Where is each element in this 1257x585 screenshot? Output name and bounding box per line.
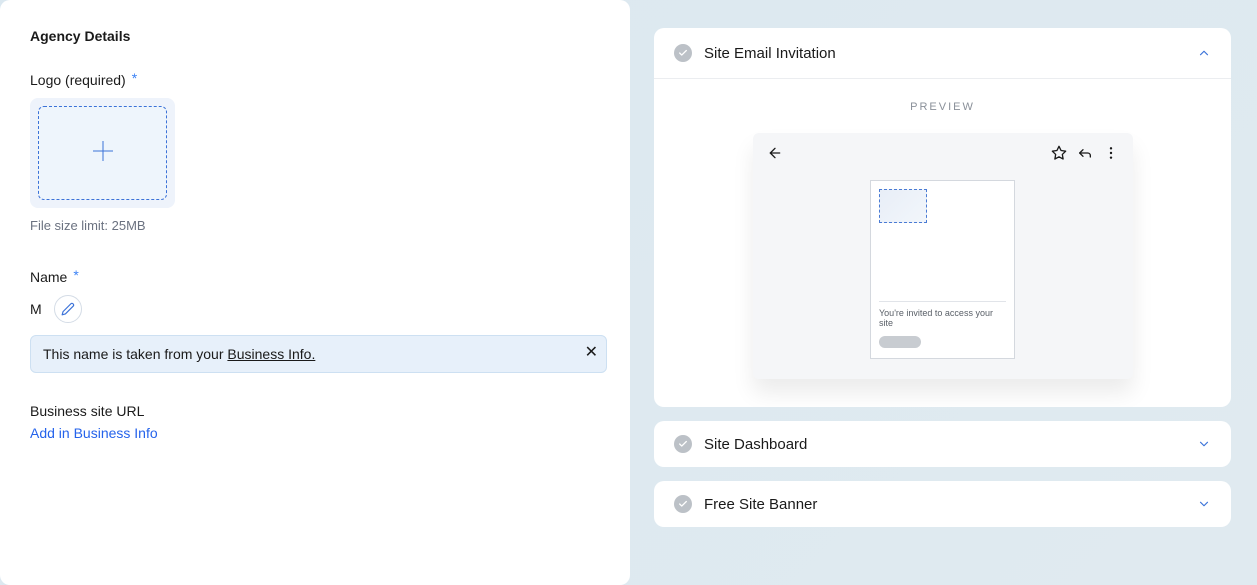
required-star-icon: * — [132, 70, 137, 86]
preview-label: PREVIEW — [674, 101, 1211, 113]
more-vertical-icon — [1103, 145, 1119, 166]
email-preview: You're invited to access your site — [753, 133, 1133, 379]
card-header-email[interactable]: Site Email Invitation — [654, 28, 1231, 78]
add-business-info-link[interactable]: Add in Business Info — [30, 425, 158, 441]
close-info-button[interactable]: ✕ — [585, 342, 598, 362]
check-badge-icon — [674, 495, 692, 513]
card-header-banner[interactable]: Free Site Banner — [654, 481, 1231, 527]
check-badge-icon — [674, 435, 692, 453]
card-body: PREVIEW — [654, 78, 1231, 407]
preview-divider — [879, 301, 1006, 302]
back-arrow-icon — [767, 145, 783, 166]
reply-icon — [1077, 145, 1093, 166]
logo-upload-button[interactable] — [38, 106, 167, 200]
preview-invite-text: You're invited to access your site — [879, 308, 1006, 328]
name-value: M — [30, 301, 42, 317]
preview-email-body: You're invited to access your site — [870, 180, 1015, 359]
star-icon — [1051, 145, 1067, 166]
logo-upload-container — [30, 98, 175, 208]
name-info-bar: This name is taken from your Business In… — [30, 335, 607, 373]
site-dashboard-card: Site Dashboard — [654, 421, 1231, 467]
plus-icon — [89, 137, 117, 170]
name-label: Name * — [30, 269, 600, 285]
required-star-icon: * — [73, 267, 78, 283]
preview-button-placeholder — [879, 336, 921, 348]
preview-panel: Site Email Invitation PREVIEW — [630, 0, 1257, 585]
edit-name-button[interactable] — [54, 295, 82, 323]
pencil-icon — [61, 302, 75, 316]
close-icon: ✕ — [585, 344, 598, 361]
business-url-label: Business site URL — [30, 403, 600, 419]
site-email-invitation-card: Site Email Invitation PREVIEW — [654, 28, 1231, 407]
business-info-link[interactable]: Business Info. — [227, 346, 315, 362]
logo-label: Logo (required) * — [30, 72, 600, 88]
card-title: Site Email Invitation — [704, 45, 1185, 62]
chevron-up-icon — [1197, 46, 1211, 60]
card-title: Free Site Banner — [704, 496, 1185, 513]
free-site-banner-card: Free Site Banner — [654, 481, 1231, 527]
chevron-down-icon — [1197, 437, 1211, 451]
file-size-helper: File size limit: 25MB — [30, 218, 600, 233]
chevron-down-icon — [1197, 497, 1211, 511]
section-title: Agency Details — [30, 28, 600, 44]
preview-logo-placeholder — [879, 189, 927, 223]
preview-topbar — [767, 145, 1119, 166]
card-header-dashboard[interactable]: Site Dashboard — [654, 421, 1231, 467]
check-badge-icon — [674, 44, 692, 62]
card-title: Site Dashboard — [704, 436, 1185, 453]
agency-details-panel: Agency Details Logo (required) * File si… — [0, 0, 630, 585]
